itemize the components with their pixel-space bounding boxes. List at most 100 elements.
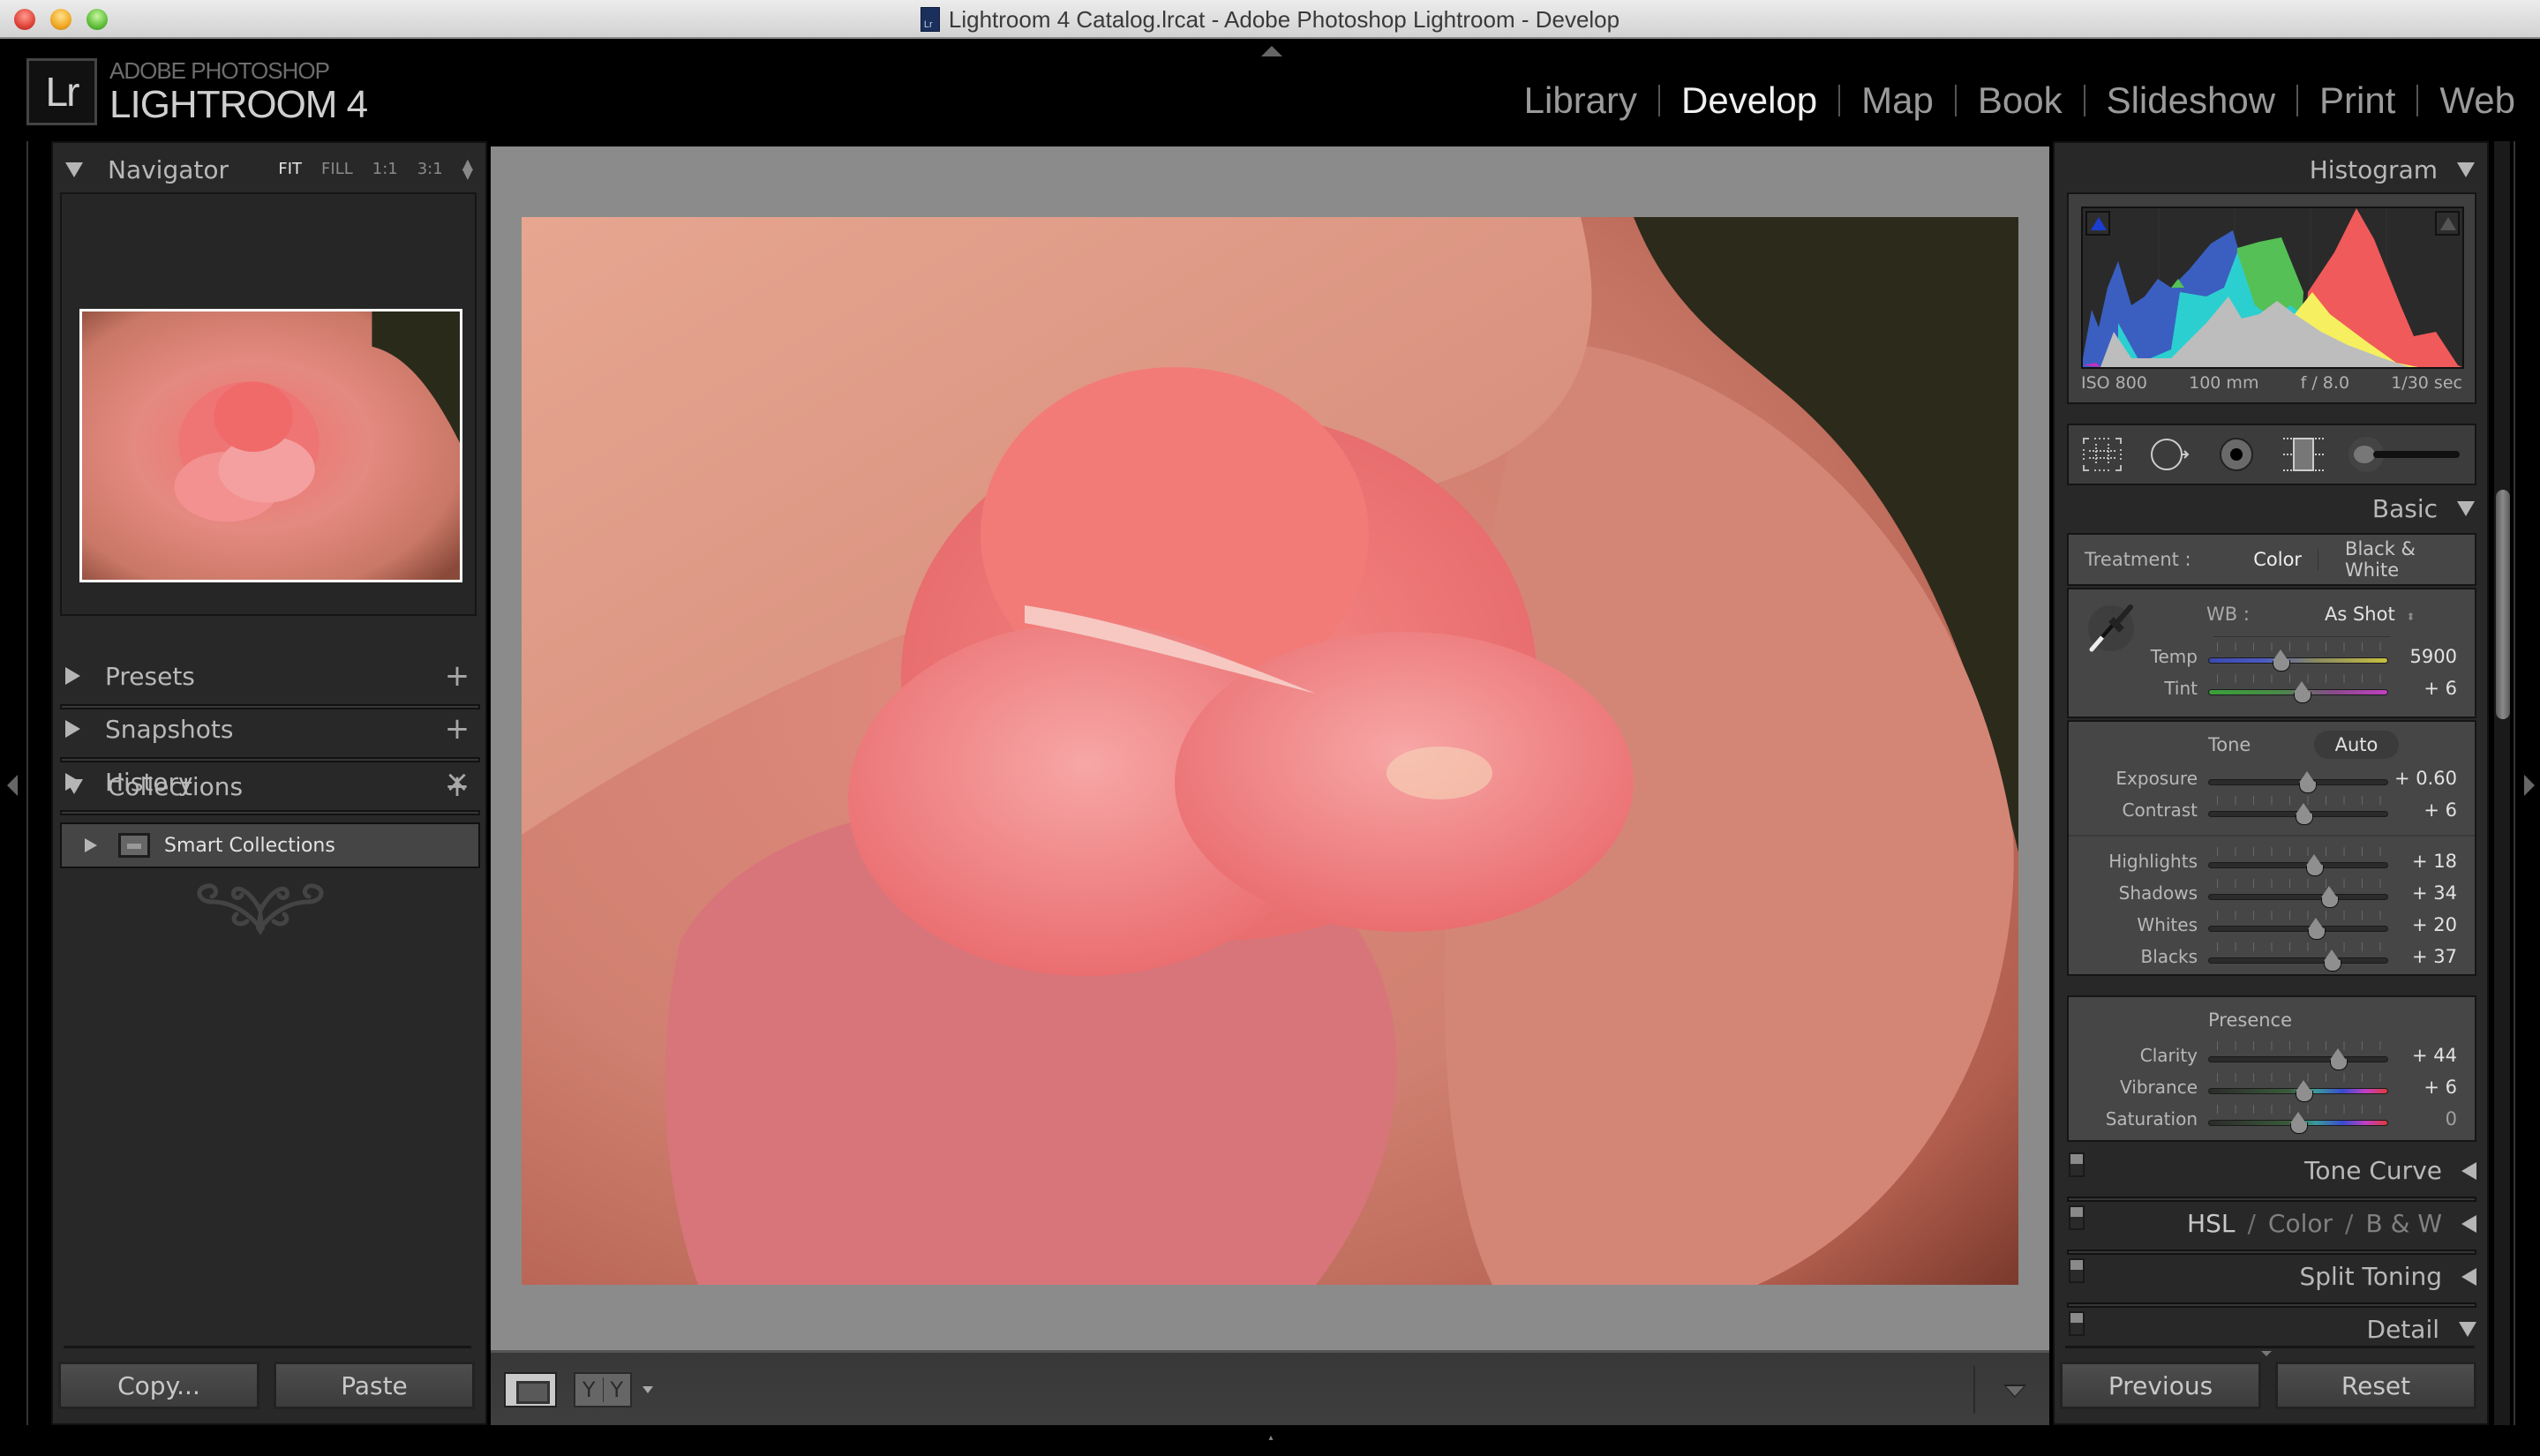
graduated-filter-icon[interactable] xyxy=(2281,435,2326,474)
histogram[interactable]: ISO 800 100 mm f / 8.0 1/30 sec xyxy=(2067,192,2476,404)
histogram-plot[interactable] xyxy=(2081,206,2464,369)
slider-thumb[interactable] xyxy=(2295,803,2314,825)
top-panel-toggle-arrow-icon[interactable] xyxy=(1261,46,1282,56)
slider-temp[interactable]: Temp 5900 xyxy=(2069,642,2478,674)
filmstrip-toggle-icon[interactable]: ▴ xyxy=(1260,1434,1281,1449)
color-tab[interactable]: Color xyxy=(2268,1209,2333,1238)
main-photo[interactable] xyxy=(522,217,2018,1285)
slider-track[interactable] xyxy=(2208,894,2388,900)
expand-collection-triangle-icon[interactable] xyxy=(85,838,97,852)
slider-saturation[interactable]: Saturation 0 xyxy=(2069,1105,2478,1137)
tone-curve-header[interactable]: Tone Curve xyxy=(2067,1145,2476,1195)
slider-value[interactable]: + 44 xyxy=(2412,1045,2457,1066)
slider-value[interactable]: + 6 xyxy=(2424,1077,2457,1098)
slider-thumb[interactable] xyxy=(2298,771,2318,793)
left-panel-toggle-arrow-icon[interactable] xyxy=(7,775,18,796)
paste-settings-button[interactable]: Paste xyxy=(274,1362,475,1409)
red-eye-correction-icon[interactable] xyxy=(2214,435,2258,474)
before-after-dropdown-icon[interactable] xyxy=(643,1386,653,1393)
copy-settings-button[interactable]: Copy... xyxy=(58,1362,259,1409)
treatment-bw-option[interactable]: Black & White xyxy=(2345,538,2475,581)
module-map[interactable]: Map xyxy=(1861,79,1934,122)
module-web[interactable]: Web xyxy=(2439,79,2515,122)
shadow-clipping-indicator-icon[interactable] xyxy=(2085,211,2110,236)
slider-thumb[interactable] xyxy=(2305,854,2325,876)
slider-exposure[interactable]: Exposure + 0.60 xyxy=(2069,764,2478,796)
slider-value[interactable]: + 6 xyxy=(2424,799,2457,821)
module-print[interactable]: Print xyxy=(2319,79,2395,122)
bw-tab[interactable]: B & W xyxy=(2365,1209,2442,1238)
slider-value[interactable]: + 20 xyxy=(2412,914,2457,935)
spot-removal-icon[interactable] xyxy=(2147,435,2191,474)
right-panel-toggle-arrow-icon[interactable] xyxy=(2524,775,2535,796)
module-slideshow[interactable]: Slideshow xyxy=(2107,79,2275,122)
slider-thumb[interactable] xyxy=(2320,886,2339,908)
zoom-fill[interactable]: FILL xyxy=(321,160,353,178)
slider-value[interactable]: + 18 xyxy=(2412,851,2457,872)
add-collection-icon[interactable]: + xyxy=(440,769,475,804)
slider-thumb[interactable] xyxy=(2272,649,2290,672)
loupe-view-button[interactable] xyxy=(504,1372,557,1407)
navigator-thumbnail[interactable] xyxy=(79,309,462,582)
module-library[interactable]: Library xyxy=(1524,79,1637,122)
wb-preset-dropdown[interactable]: As Shot ⬍ xyxy=(2325,604,2415,625)
treatment-color-option[interactable]: Color xyxy=(2253,549,2302,570)
slider-value[interactable]: 0 xyxy=(2446,1108,2457,1130)
right-panel-scrollbar-track[interactable] xyxy=(2494,141,2510,1425)
auto-tone-button[interactable]: Auto xyxy=(2314,731,2399,759)
slider-value[interactable]: + 37 xyxy=(2412,946,2457,967)
slider-value[interactable]: + 6 xyxy=(2424,678,2457,699)
slider-track[interactable] xyxy=(2208,862,2388,868)
detail-enable-toggle[interactable] xyxy=(2069,1311,2085,1336)
module-book[interactable]: Book xyxy=(1978,79,2063,122)
slider-thumb[interactable] xyxy=(2323,949,2341,972)
slider-highlights[interactable]: Highlights + 18 xyxy=(2069,847,2478,879)
slider-vibrance[interactable]: Vibrance + 6 xyxy=(2069,1073,2478,1105)
zoom-3-1[interactable]: 3:1 xyxy=(417,160,443,178)
slider-thumb[interactable] xyxy=(2293,681,2312,703)
snapshots-header[interactable]: Snapshots + xyxy=(53,703,485,754)
collection-item-smart-collections[interactable]: Smart Collections xyxy=(60,822,480,868)
right-panel-scrollbar-thumb[interactable] xyxy=(2496,490,2510,719)
basic-header[interactable]: Basic xyxy=(2372,494,2475,523)
slider-tint[interactable]: Tint + 6 xyxy=(2069,674,2478,706)
collections-header[interactable]: Collections + xyxy=(53,761,485,812)
slider-clarity[interactable]: Clarity + 44 xyxy=(2069,1041,2478,1073)
navigator-preview[interactable] xyxy=(60,192,477,616)
slider-contrast[interactable]: Contrast + 6 xyxy=(2069,796,2478,828)
slider-track[interactable] xyxy=(2208,926,2388,932)
highlight-clipping-indicator-icon[interactable] xyxy=(2435,211,2460,236)
previous-button[interactable]: Previous xyxy=(2060,1362,2261,1409)
tone-curve-enable-toggle[interactable] xyxy=(2069,1152,2085,1177)
split-toning-enable-toggle[interactable] xyxy=(2069,1258,2085,1283)
add-preset-icon[interactable]: + xyxy=(440,658,475,694)
slider-value[interactable]: + 34 xyxy=(2412,882,2457,904)
hsl-enable-toggle[interactable] xyxy=(2069,1205,2085,1230)
before-after-view-button[interactable]: Y Y xyxy=(574,1372,632,1407)
toolbar-content-menu-icon[interactable] xyxy=(2003,1385,2026,1398)
slider-thumb[interactable] xyxy=(2329,1048,2348,1070)
hsl-header[interactable]: HSL / Color / B & W xyxy=(2067,1198,2476,1248)
add-snapshot-icon[interactable]: + xyxy=(440,711,475,747)
split-toning-header[interactable]: Split Toning xyxy=(2067,1251,2476,1301)
slider-track[interactable] xyxy=(2208,1056,2388,1062)
adjustment-brush-icon[interactable] xyxy=(2348,435,2463,474)
slider-blacks[interactable]: Blacks + 37 xyxy=(2069,942,2478,974)
zoom-1-1[interactable]: 1:1 xyxy=(372,160,398,178)
slider-whites[interactable]: Whites + 20 xyxy=(2069,911,2478,942)
slider-thumb[interactable] xyxy=(2289,1112,2308,1134)
module-develop[interactable]: Develop xyxy=(1681,79,1817,122)
presets-header[interactable]: Presets + xyxy=(53,650,485,702)
slider-thumb[interactable] xyxy=(2295,1080,2314,1102)
crop-overlay-icon[interactable] xyxy=(2080,435,2124,474)
slider-track[interactable] xyxy=(2208,657,2388,664)
slider-shadows[interactable]: Shadows + 34 xyxy=(2069,879,2478,911)
zoom-fit[interactable]: FIT xyxy=(278,160,302,178)
slider-value[interactable]: + 0.60 xyxy=(2394,768,2457,789)
photo-canvas[interactable] xyxy=(491,141,2049,1350)
histogram-header[interactable]: Histogram xyxy=(2310,155,2475,184)
reset-button[interactable]: Reset xyxy=(2275,1362,2476,1409)
slider-track[interactable] xyxy=(2208,957,2388,964)
hsl-tab[interactable]: HSL xyxy=(2187,1209,2235,1238)
zoom-stepper-icon[interactable]: ▲ ▼ xyxy=(462,156,473,180)
